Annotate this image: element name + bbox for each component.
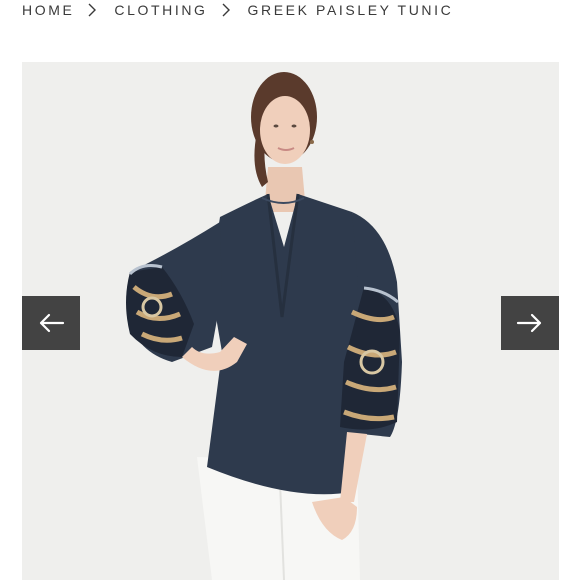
product-image-gallery — [22, 62, 559, 580]
chevron-right-icon — [222, 3, 230, 17]
arrow-right-icon — [516, 313, 542, 333]
breadcrumb-home-link[interactable]: HOME — [22, 2, 74, 18]
breadcrumb-clothing-link[interactable]: CLOTHING — [114, 2, 207, 18]
gallery-next-button[interactable] — [501, 296, 559, 350]
gallery-prev-button[interactable] — [22, 296, 80, 350]
breadcrumb-current: GREEK PAISLEY TUNIC — [247, 2, 454, 18]
product-photo — [22, 62, 559, 580]
breadcrumb: HOME CLOTHING GREEK PAISLEY TUNIC — [22, 0, 453, 20]
chevron-right-icon — [88, 3, 97, 17]
arrow-left-icon — [39, 313, 65, 333]
